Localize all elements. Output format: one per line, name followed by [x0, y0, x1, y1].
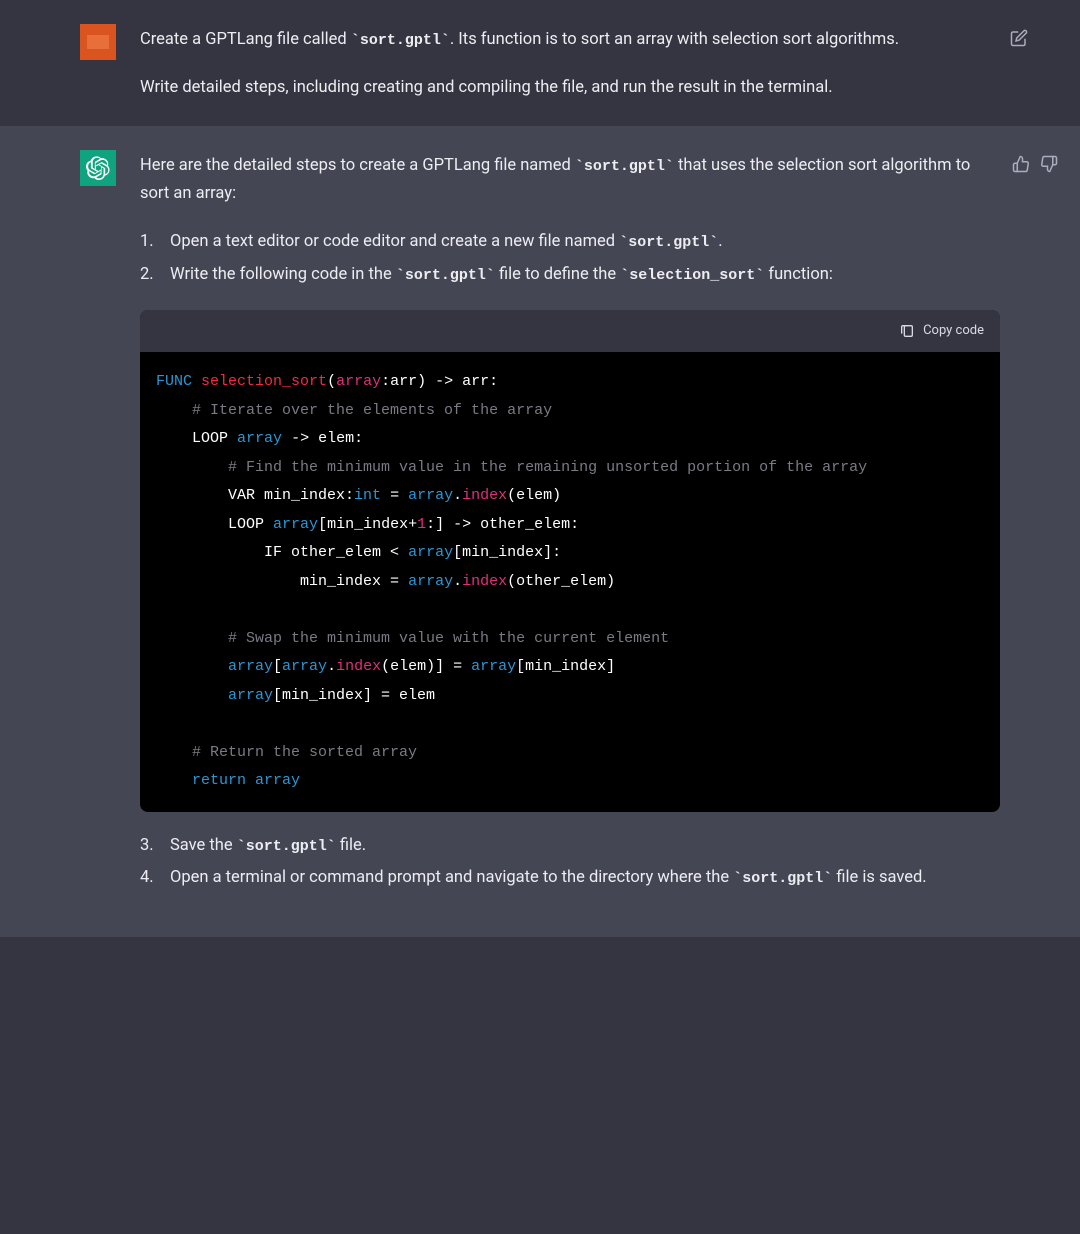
assistant-message-inner: Here are the detailed steps to create a … [80, 150, 1000, 913]
user-message-inner: Create a GPTLang file called `sort.gptl`… [80, 24, 1000, 102]
code-method: index [462, 487, 507, 504]
code-text: . [453, 573, 462, 590]
code-param: array [336, 373, 381, 390]
code-text: ( [327, 373, 336, 390]
code-ident: array [282, 658, 327, 675]
copy-label: Copy code [923, 320, 984, 342]
code-type: int [354, 487, 381, 504]
code-text: [min_index+ [318, 516, 417, 533]
user-actions [1010, 28, 1030, 48]
text: . [718, 232, 722, 251]
code-text: min_index = [300, 573, 408, 590]
text: Open a text editor or code editor and cr… [170, 232, 619, 251]
code-fn: selection_sort [201, 373, 327, 390]
code-text: (elem) [507, 487, 561, 504]
assistant-intro: Here are the detailed steps to create a … [140, 152, 1000, 208]
text: file to define the [495, 265, 620, 284]
code-ident: array [255, 772, 300, 789]
code-method: index [462, 573, 507, 590]
text: file. [336, 836, 366, 855]
text: file is saved. [832, 868, 926, 887]
edit-icon[interactable] [1010, 28, 1030, 48]
code-block: Copy code FUNC selection_sort(array:arr)… [140, 310, 1000, 812]
code-text: :] -> other_elem: [426, 516, 579, 533]
code-text: [ [273, 658, 282, 675]
assistant-message: Here are the detailed steps to create a … [0, 126, 1080, 937]
code-text: [min_index] [516, 658, 615, 675]
code-comment: # Return the sorted array [192, 744, 417, 761]
steps-list-cont: Save the `sort.gptl` file. Open a termin… [140, 832, 1000, 894]
text: Write the following code in the [170, 265, 396, 284]
text: Create a GPTLang file called [140, 30, 351, 49]
user-content: Create a GPTLang file called `sort.gptl`… [140, 24, 1000, 102]
inline-code: `sort.gptl` [396, 267, 495, 284]
inline-code: `selection_sort` [620, 267, 764, 284]
step-4: Open a terminal or command prompt and na… [140, 864, 1000, 893]
code-text: -> elem: [282, 430, 363, 447]
code-comment: # Iterate over the elements of the array [192, 402, 552, 419]
code-ident: array [471, 658, 516, 675]
code-ident: array [228, 687, 273, 704]
code-keyword: FUNC [156, 373, 192, 390]
code-text: VAR min_index: [228, 487, 354, 504]
code-body[interactable]: FUNC selection_sort(array:arr) -> arr: #… [140, 352, 1000, 812]
user-message: Create a GPTLang file called `sort.gptl`… [0, 0, 1080, 126]
code-text: :arr) -> arr: [381, 373, 498, 390]
code-ident: array [408, 573, 453, 590]
step-1: Open a text editor or code editor and cr… [140, 228, 1000, 257]
inline-code: `sort.gptl` [619, 234, 718, 251]
code-text: = [381, 487, 408, 504]
code-ident: array [237, 430, 282, 447]
step-2: Write the following code in the `sort.gp… [140, 261, 1000, 290]
code-ident: array [228, 658, 273, 675]
code-method: index [336, 658, 381, 675]
inline-code: `sort.gptl` [237, 838, 336, 855]
clipboard-icon [899, 323, 915, 339]
steps-list: Open a text editor or code editor and cr… [140, 228, 1000, 290]
openai-logo-icon [86, 156, 110, 180]
inline-code: `sort.gptl` [351, 32, 450, 49]
code-comment: # Find the minimum value in the remainin… [228, 459, 867, 476]
code-header: Copy code [140, 310, 1000, 352]
user-avatar-icon [87, 35, 109, 49]
inline-code: `sort.gptl` [733, 870, 832, 887]
inline-code: `sort.gptl` [575, 158, 674, 175]
thumbs-down-icon[interactable] [1040, 154, 1060, 174]
code-ident: array [273, 516, 318, 533]
assistant-content: Here are the detailed steps to create a … [140, 150, 1000, 913]
code-ident: array [408, 544, 453, 561]
code-comment: # Swap the minimum value with the curren… [228, 630, 669, 647]
assistant-actions [1012, 154, 1060, 174]
code-text: [min_index] = elem [273, 687, 435, 704]
code-text: LOOP [228, 516, 264, 533]
code-text: . [327, 658, 336, 675]
code-text: LOOP [192, 430, 228, 447]
code-ident: array [408, 487, 453, 504]
text: Save the [170, 836, 237, 855]
text: function: [764, 265, 833, 284]
copy-code-button[interactable]: Copy code [899, 320, 984, 342]
thumbs-up-icon[interactable] [1012, 154, 1032, 174]
user-paragraph-2: Write detailed steps, including creating… [140, 74, 1000, 102]
assistant-avatar [80, 150, 116, 186]
code-text: [min_index]: [453, 544, 561, 561]
code-text: IF other_elem < [264, 544, 408, 561]
user-avatar [80, 24, 116, 60]
code-number: 1 [417, 516, 426, 533]
step-3: Save the `sort.gptl` file. [140, 832, 1000, 861]
user-paragraph-1: Create a GPTLang file called `sort.gptl`… [140, 26, 1000, 54]
code-text: (other_elem) [507, 573, 615, 590]
code-text: . [453, 487, 462, 504]
text: . Its function is to sort an array with … [450, 30, 899, 49]
code-keyword: return [192, 772, 246, 789]
text: Open a terminal or command prompt and na… [170, 868, 733, 887]
text: Here are the detailed steps to create a … [140, 156, 575, 175]
code-text: (elem)] = [381, 658, 471, 675]
